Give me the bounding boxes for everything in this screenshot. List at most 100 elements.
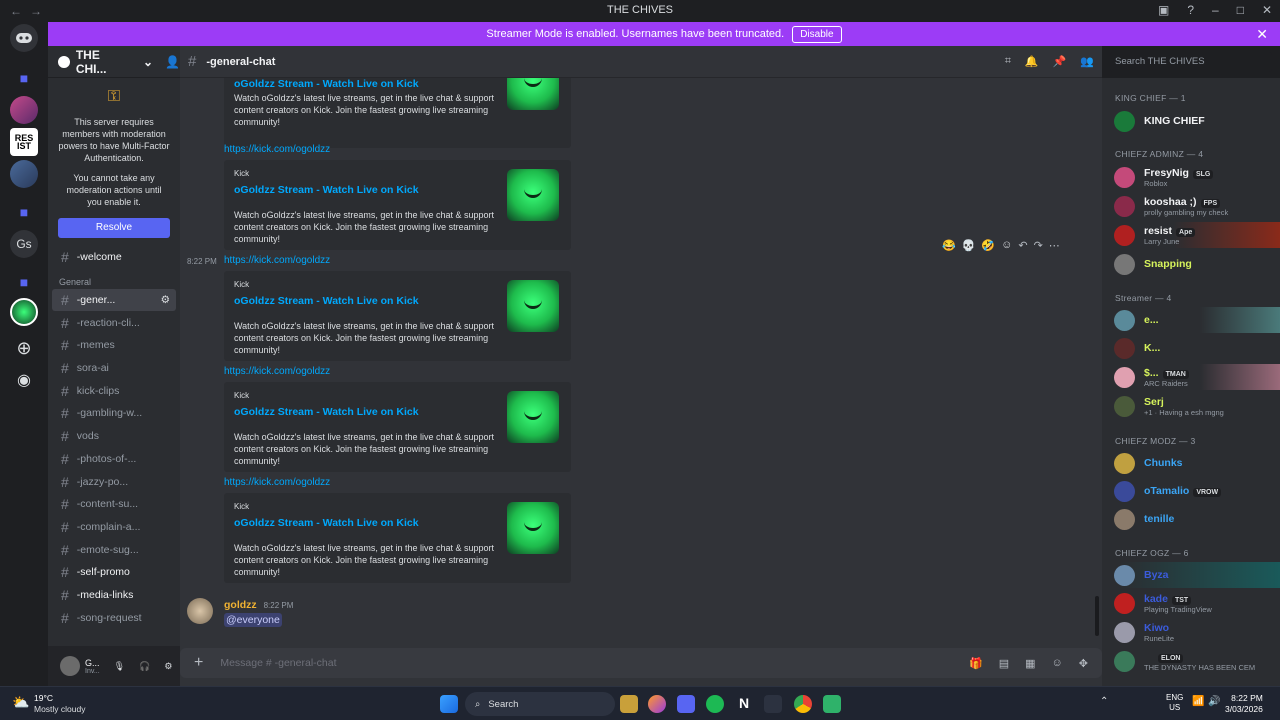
channel-item[interactable]: # -content-su...	[48, 493, 180, 516]
minimize-icon[interactable]: –	[1212, 3, 1219, 17]
notifications-icon[interactable]: 🔔	[1025, 55, 1039, 68]
firefox-icon[interactable]	[648, 695, 666, 713]
discover-icon[interactable]: ◉	[10, 366, 38, 394]
sticker-icon[interactable]: ▦	[1025, 657, 1035, 670]
mention-everyone[interactable]: @everyone	[224, 613, 282, 627]
apps-icon[interactable]: ✥	[1079, 657, 1088, 670]
member-item[interactable]: Chunks	[1102, 450, 1280, 476]
gif-icon[interactable]: ▤	[999, 657, 1009, 670]
embed-thumbnail[interactable]	[507, 78, 559, 110]
embed-thumbnail[interactable]	[507, 391, 559, 443]
threads-icon[interactable]: ⌗	[1005, 55, 1011, 68]
close-icon[interactable]: ✕	[1262, 3, 1272, 17]
member-item[interactable]: Snapping	[1102, 251, 1280, 277]
folder-icon[interactable]: ■	[10, 268, 38, 296]
close-icon[interactable]: ✕	[1256, 26, 1268, 43]
gear-icon[interactable]: ⚙	[164, 661, 172, 672]
reaction-rofl-icon[interactable]: 🤣	[981, 239, 995, 252]
clock[interactable]: 8:22 PM 3/03/2026	[1225, 693, 1263, 715]
help-icon[interactable]: ?	[1187, 3, 1194, 17]
member-item[interactable]: oTamalio VROW	[1102, 478, 1280, 504]
add-server-icon[interactable]: ⊕	[10, 334, 38, 362]
gear-icon[interactable]: ⚙	[161, 294, 170, 306]
tray-icons[interactable]: ⌃	[1100, 696, 1108, 707]
channel-welcome[interactable]: # -welcome	[48, 246, 180, 269]
message-author[interactable]: goldzz	[224, 599, 257, 611]
server-header[interactable]: THE CHI... ⌄ 👤	[48, 46, 180, 78]
channel-item[interactable]: # vods	[48, 425, 180, 448]
embed-title[interactable]: oGoldzz Stream - Watch Live on Kick	[234, 78, 419, 90]
embed-title[interactable]: oGoldzz Stream - Watch Live on Kick	[234, 295, 419, 307]
disable-button[interactable]: Disable	[792, 25, 842, 43]
message-input[interactable]: Message # -general-chat	[220, 657, 336, 669]
message-link[interactable]: https://kick.com/ogoldzz	[224, 255, 330, 266]
file-explorer-icon[interactable]	[620, 695, 638, 713]
add-attachment-icon[interactable]: +	[194, 654, 203, 672]
window-controls[interactable]: ▣? – □ ✕	[1158, 3, 1272, 17]
channel-item[interactable]: # -media-links	[48, 584, 180, 607]
microphone-icon[interactable]: 🎙	[114, 661, 125, 672]
add-reaction-icon[interactable]: ☺	[1001, 239, 1012, 252]
spotify-icon[interactable]	[706, 695, 724, 713]
embed-thumbnail[interactable]	[507, 169, 559, 221]
member-item[interactable]: KING CHIEF	[1102, 108, 1280, 134]
chrome-icon[interactable]	[794, 695, 812, 713]
channel-item[interactable]: # -song-request	[48, 606, 180, 629]
avatar[interactable]	[187, 598, 213, 624]
more-icon[interactable]: ⋯	[1049, 239, 1060, 252]
forward-icon[interactable]: ↷	[1034, 239, 1043, 252]
member-item[interactable]: ELON THE DYNASTY HAS BEEN CEM	[1102, 648, 1280, 674]
resolve-button[interactable]: Resolve	[58, 218, 170, 238]
guild-the-chives[interactable]	[10, 298, 38, 326]
channel-general-chat[interactable]: # -gener... ⚙	[52, 288, 176, 312]
maximize-icon[interactable]: □	[1237, 3, 1244, 17]
channel-item[interactable]: # -photos-of-...	[48, 448, 180, 471]
member-item[interactable]: Serj +1 · Having a esh mgng	[1102, 393, 1280, 419]
channel-item[interactable]: # -gambling-w...	[48, 402, 180, 425]
embed-title[interactable]: oGoldzz Stream - Watch Live on Kick	[234, 406, 419, 418]
member-item[interactable]: e...	[1102, 307, 1280, 333]
reaction-skull-icon[interactable]: 💀	[962, 239, 976, 252]
member-item[interactable]: $... TMAN ARC Raiders	[1102, 364, 1280, 390]
channel-item[interactable]: # -self-promo	[48, 561, 180, 584]
member-item[interactable]: kade TST Playing TradingView	[1102, 590, 1280, 616]
windows-start-icon[interactable]	[440, 695, 458, 713]
member-item[interactable]: resist Ape Larry June	[1102, 222, 1280, 248]
member-item[interactable]: kooshaa ;) FPS prolly gambling my check	[1102, 193, 1280, 219]
guild-avatar[interactable]	[10, 160, 38, 188]
emoji-icon[interactable]: ☺	[1052, 657, 1063, 670]
discord-home-icon[interactable]	[10, 24, 38, 52]
message-link[interactable]: https://kick.com/ogoldzz	[224, 366, 330, 377]
search-input[interactable]: Search THE CHIVES	[1110, 52, 1272, 72]
channel-item[interactable]: # -complain-a...	[48, 516, 180, 539]
pin-icon[interactable]: 📌	[1053, 55, 1067, 68]
avatar[interactable]	[60, 656, 80, 676]
message-link[interactable]: https://kick.com/ogoldzz	[224, 477, 330, 488]
guild-gs[interactable]: Gs	[10, 230, 38, 258]
message-input-box[interactable]: + Message # -general-chat 🎁 ▤ ▦ ☺ ✥	[180, 648, 1102, 678]
weather-temp[interactable]: 19°C	[34, 693, 53, 703]
guild-resist[interactable]: RES IST	[10, 128, 38, 156]
channel-item[interactable]: # kick-clips	[48, 379, 180, 402]
lang-indicator[interactable]: ENG US	[1166, 693, 1183, 713]
member-item[interactable]: Byza	[1102, 562, 1280, 588]
embed-thumbnail[interactable]	[507, 502, 559, 554]
channel-item[interactable]: # -emote-sug...	[48, 538, 180, 561]
embed-title[interactable]: oGoldzz Stream - Watch Live on Kick	[234, 184, 419, 196]
reaction-laugh-icon[interactable]: 😂	[942, 239, 956, 252]
weather-icon[interactable]: ⛅	[12, 694, 29, 711]
gift-icon[interactable]: 🎁	[969, 657, 983, 670]
guild-avatar[interactable]	[10, 96, 38, 124]
scrollbar[interactable]	[1095, 596, 1099, 636]
embed-title[interactable]: oGoldzz Stream - Watch Live on Kick	[234, 517, 419, 529]
reply-icon[interactable]: ↶	[1018, 239, 1027, 252]
folder-icon[interactable]: ■	[10, 198, 38, 226]
member-item[interactable]: Kiwo RuneLite	[1102, 619, 1280, 645]
volume-icon[interactable]: 🔊	[1208, 696, 1220, 707]
members-icon[interactable]: 👥	[1080, 55, 1094, 68]
channel-item[interactable]: # sora-ai	[48, 357, 180, 380]
member-item[interactable]: FresyNig SLG Roblox	[1102, 164, 1280, 190]
app-green-icon[interactable]	[823, 695, 841, 713]
network-icon[interactable]: 📶	[1192, 696, 1204, 707]
channel-item[interactable]: # -memes	[48, 334, 180, 357]
